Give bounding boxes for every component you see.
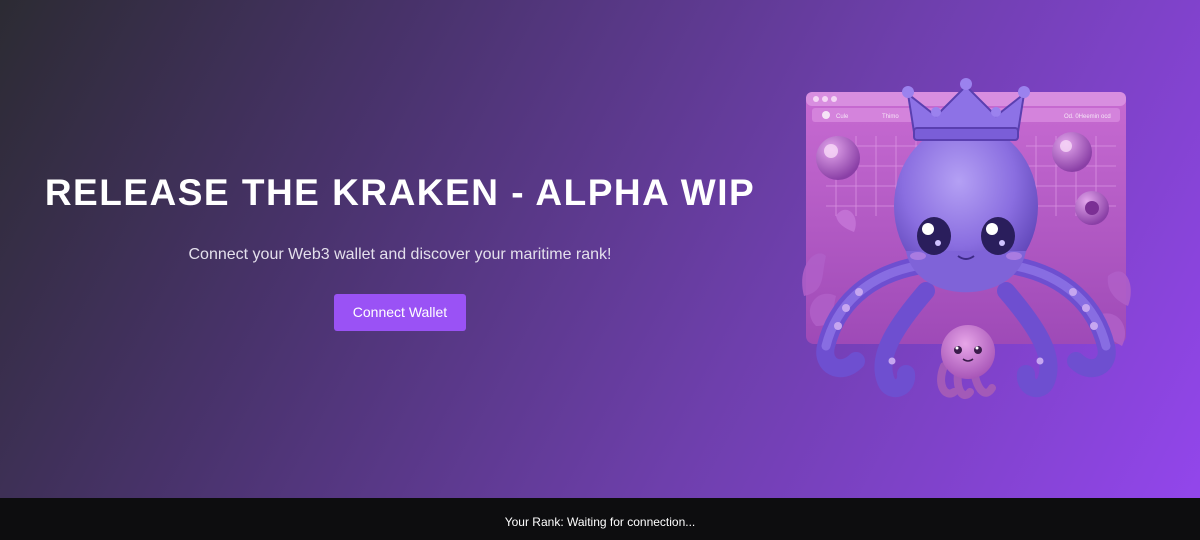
connect-wallet-button[interactable]: Connect Wallet — [334, 294, 466, 331]
hero-text-block: RELEASE THE KRAKEN - ALPHA WIP Connect y… — [40, 172, 760, 331]
baby-octopus — [937, 325, 996, 399]
page-title: RELEASE THE KRAKEN - ALPHA WIP — [44, 172, 756, 213]
window-tab-right: Od. 0Heemin ocd — [1064, 114, 1111, 120]
hero-subtitle: Connect your Web3 wallet and discover yo… — [188, 246, 612, 263]
window-tab-left: Cule — [836, 114, 849, 120]
orb-left — [816, 136, 860, 180]
orb-right-top — [1052, 132, 1092, 172]
kraken-mascot-image: Cule Thimo Od. 0Heemin ocd — [796, 76, 1136, 404]
corner-fragment — [0, 530, 50, 540]
crown-icon — [902, 78, 1030, 141]
status-bar: Your Rank: Waiting for connection... — [0, 498, 1200, 540]
kraken-illustration-svg: Cule Thimo Od. 0Heemin ocd — [802, 78, 1131, 399]
window-tab-middle: Thimo — [882, 114, 899, 120]
hero-section: RELEASE THE KRAKEN - ALPHA WIP Connect y… — [0, 0, 1200, 498]
rank-status-text: Your Rank: Waiting for connection... — [504, 515, 696, 529]
